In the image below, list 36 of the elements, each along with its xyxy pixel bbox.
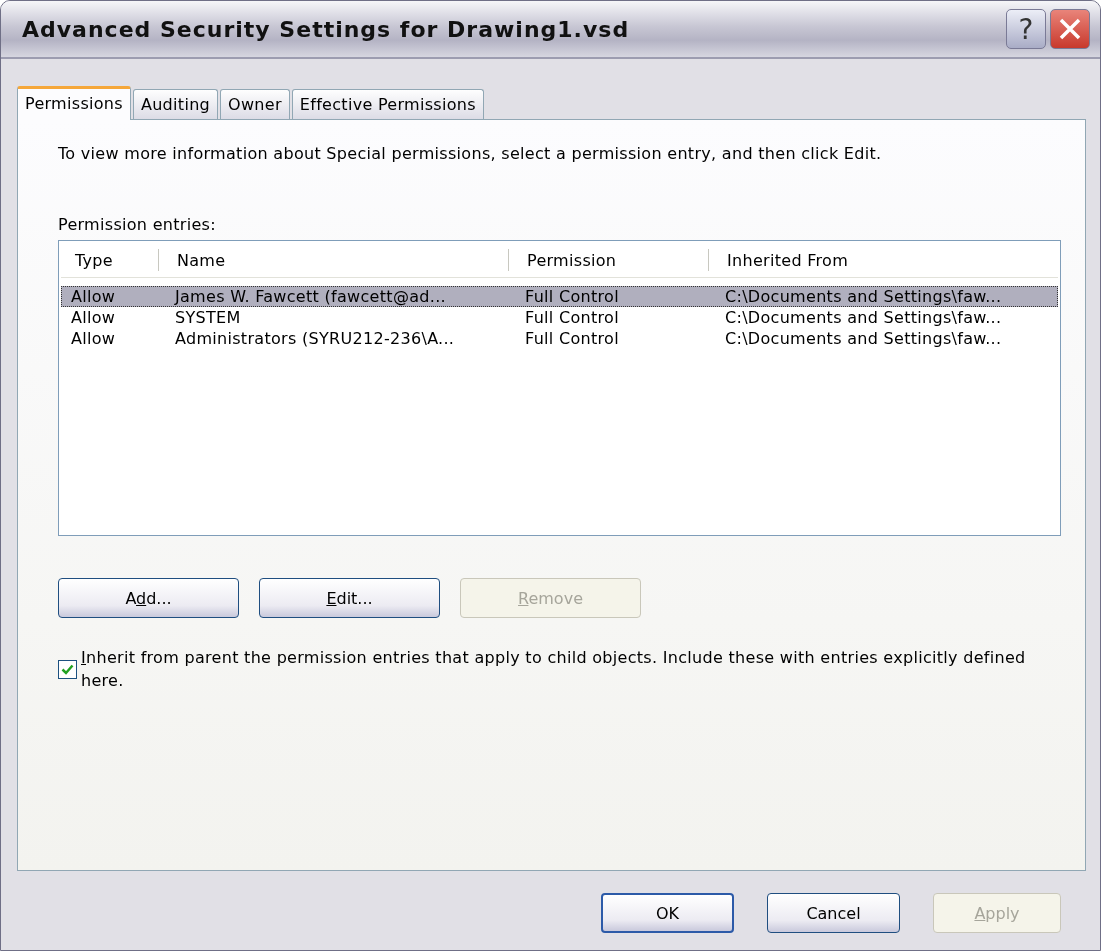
table-cell-text: C:\Documents and Settings\faw...: [724, 307, 1003, 328]
list-row[interactable]: Allow James W. Fawcett (fawcett@ad... Full Control C:\Documents and Settings\faw...: [61, 286, 1058, 307]
dialog-button[interactable]: OK: [601, 893, 734, 933]
list-label: Permission entries:: [58, 215, 217, 234]
table-cell-text: Allow: [70, 307, 117, 328]
tab[interactable]: Auditing: [132, 89, 219, 119]
column-header[interactable]: Inherited From: [709, 249, 1058, 271]
checkbox-label: Inherit from parent the permission entries that apply to child objects. Include these with entries explicitly defined here.: [81, 647, 1026, 692]
window-title: Advanced Security Settings for Drawing1.vsd: [22, 16, 631, 42]
close-icon: [1057, 16, 1083, 42]
list-row[interactable]: Allow SYSTEM Full Control C:\Documents and Settings\faw...: [61, 307, 1058, 328]
list-row[interactable]: Allow Administrators (SYRU212-236\A... Full Control C:\Documents and Settings\faw...: [61, 328, 1058, 349]
table-cell-text: C:\Documents and Settings\faw...: [724, 328, 1003, 349]
help-button[interactable]: ?: [1006, 9, 1046, 49]
table-cell-text: Administrators (SYRU212-236\A...: [174, 328, 456, 349]
tab[interactable]: Permissions: [17, 86, 131, 120]
entry-button[interactable]: Edit...: [259, 578, 440, 618]
table-cell-text: James W. Fawcett (fawcett@ad...: [173, 286, 447, 307]
check-icon: [61, 663, 74, 676]
tab[interactable]: Owner: [220, 89, 290, 119]
dialog-button[interactable]: Cancel: [767, 893, 900, 933]
inherit-checkbox[interactable]: [58, 660, 77, 679]
table-cell-text: Allow: [70, 286, 117, 307]
table-cell-text: Full Control: [524, 286, 620, 307]
table-cell-text: C:\Documents and Settings\faw...: [724, 286, 1003, 307]
column-header[interactable]: Permission: [509, 249, 709, 271]
table-cell-text: Full Control: [524, 307, 620, 328]
column-header[interactable]: Name: [159, 249, 509, 271]
tab[interactable]: Effective Permissions: [291, 89, 484, 119]
column-header[interactable]: Type: [61, 249, 159, 271]
entry-button[interactable]: Add...: [58, 578, 239, 618]
description-text: To view more information about Special permissions, select a permission entry, and then click Edit.: [58, 144, 883, 163]
table-cell-text: Allow: [70, 328, 117, 349]
table-cell-text: SYSTEM: [174, 307, 242, 328]
close-button[interactable]: [1050, 9, 1090, 49]
table-cell-text: Full Control: [524, 328, 620, 349]
